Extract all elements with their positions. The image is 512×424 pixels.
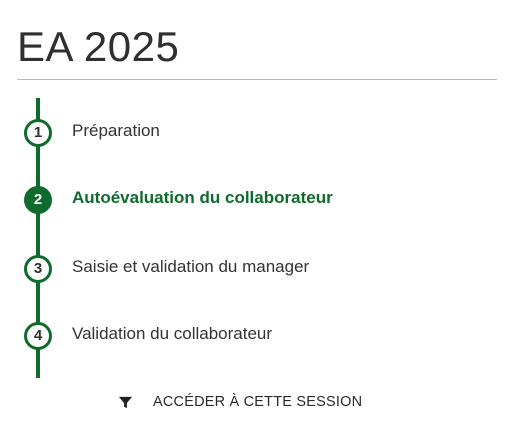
step-number-badge: 2 (24, 186, 52, 214)
step-number-badge: 4 (24, 322, 52, 350)
filter-icon (118, 396, 133, 408)
session-title: EA 2025 (17, 23, 180, 70)
step-self-evaluation: 2 Autoévaluation du collaborateur (0, 184, 512, 218)
step-label: Autoévaluation du collaborateur (72, 188, 333, 207)
session-card: EA 2025 1 Préparation 2 Autoévaluation d… (0, 0, 512, 424)
access-session-button[interactable]: ACCÉDER À CETTE SESSION (118, 390, 362, 414)
step-label: Saisie et validation du manager (72, 257, 310, 276)
step-manager-validation: 3 Saisie et validation du manager (0, 253, 512, 287)
step-collaborator-validation: 4 Validation du collaborateur (0, 320, 512, 354)
step-label: Validation du collaborateur (72, 324, 273, 343)
title-divider (17, 79, 497, 80)
step-preparation: 1 Préparation (0, 117, 512, 151)
step-number-badge: 1 (24, 119, 52, 147)
step-number-badge: 3 (24, 255, 52, 283)
access-session-label: ACCÉDER À CETTE SESSION (153, 394, 363, 410)
step-label: Préparation (72, 121, 160, 140)
